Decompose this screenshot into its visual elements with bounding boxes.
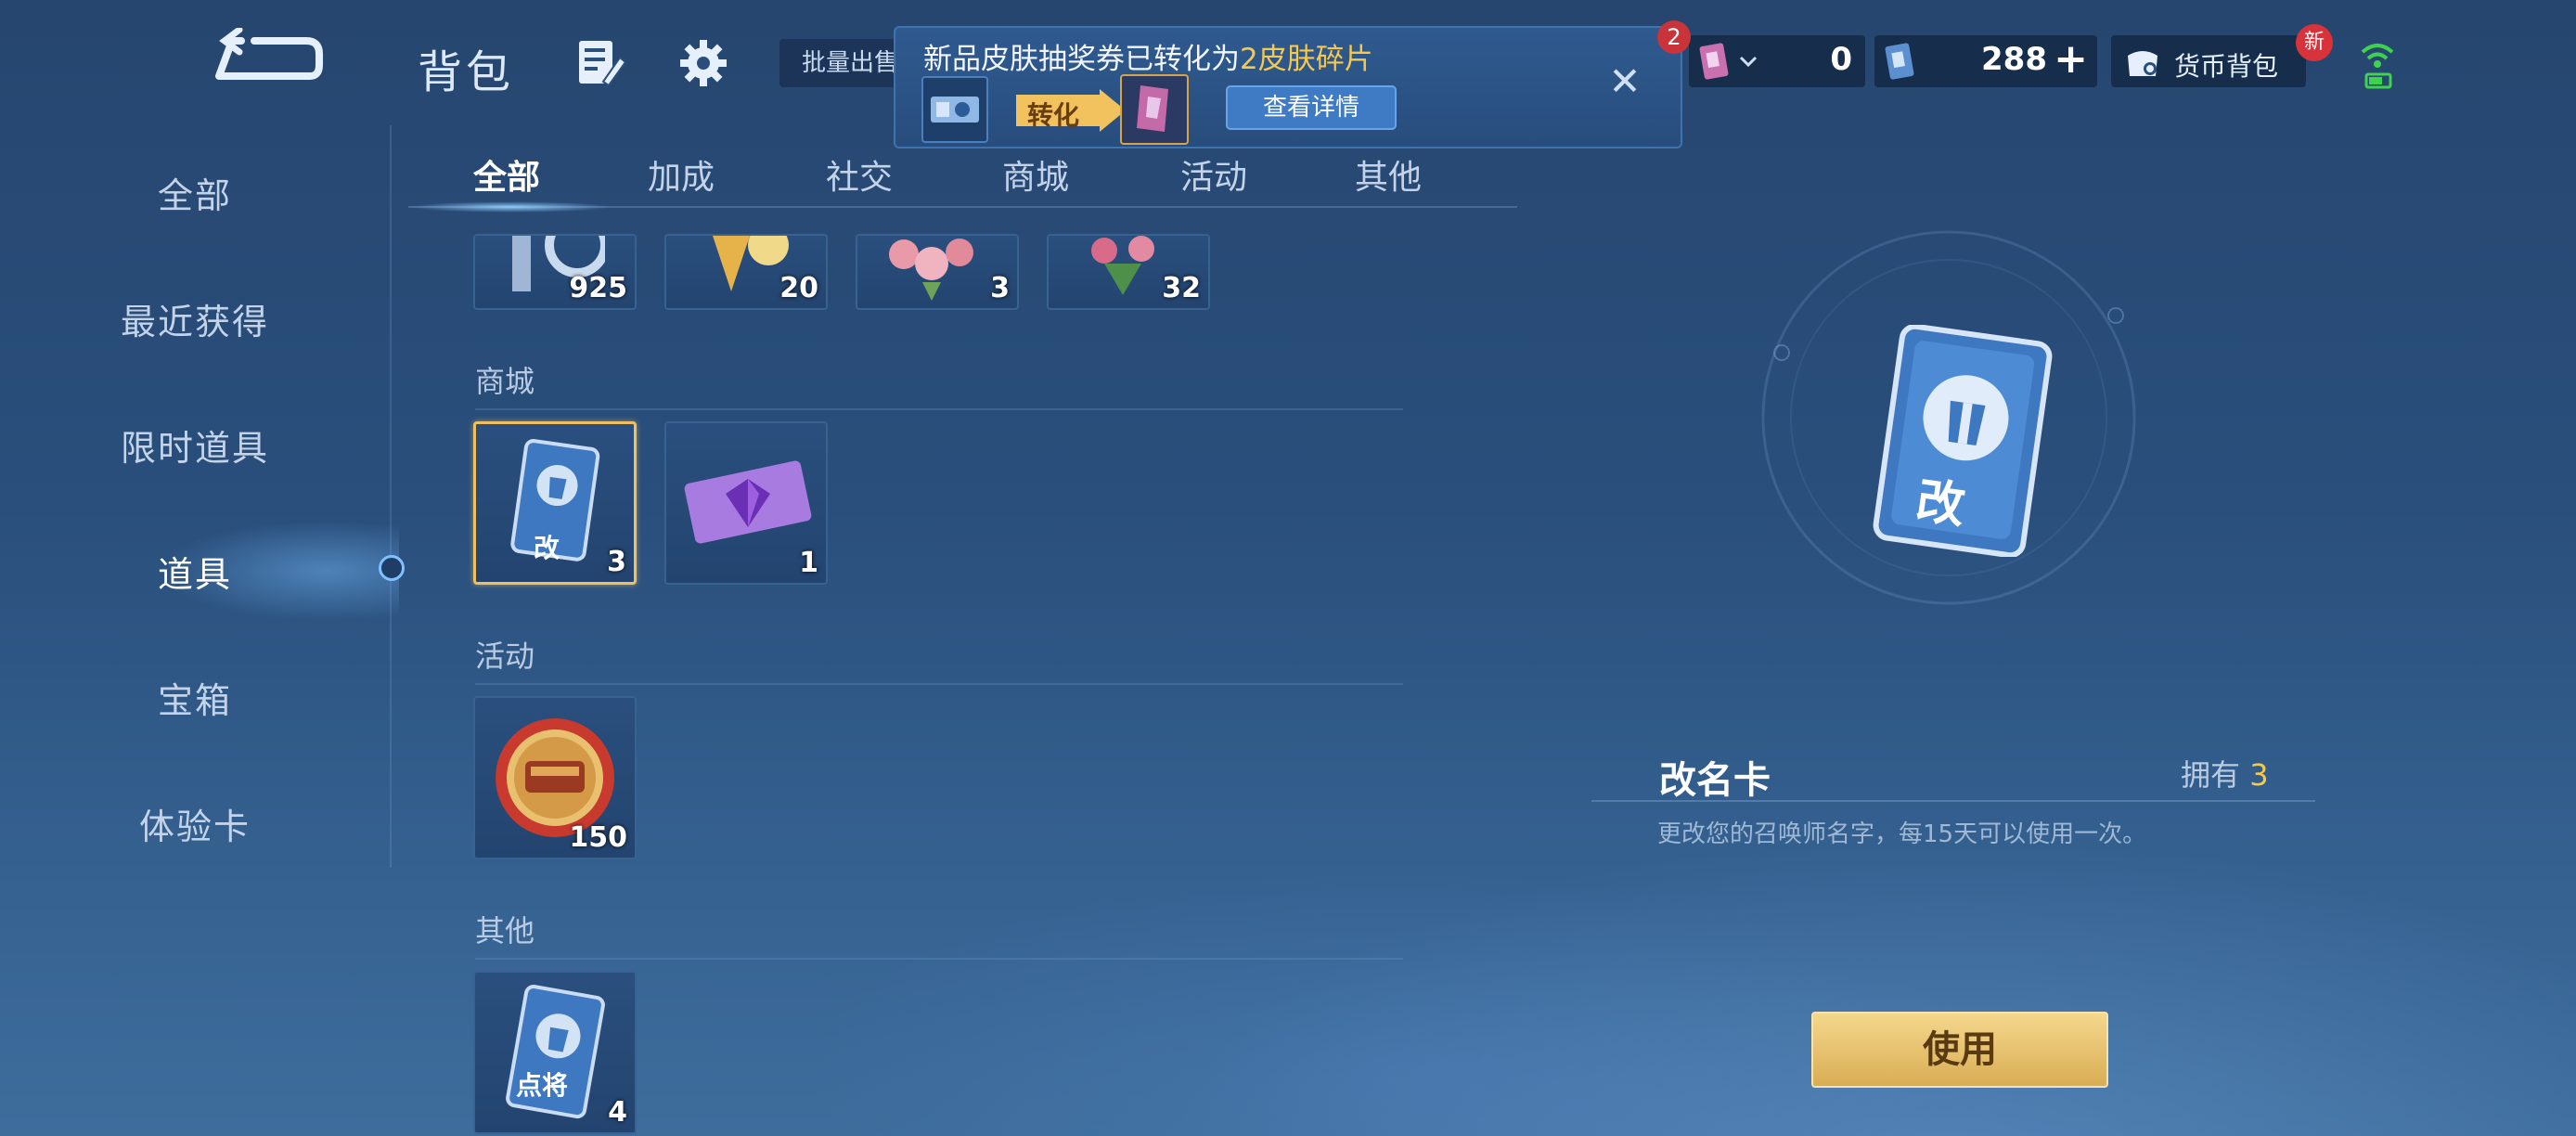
hero-card-text: 点将 xyxy=(516,1070,569,1101)
item-slot-rename-card[interactable]: 改 3 xyxy=(473,421,637,585)
chevron-down-icon[interactable] xyxy=(1739,56,1758,69)
notification-count-badge: 2 xyxy=(1657,20,1691,54)
flower-item-icon xyxy=(889,239,973,301)
nav-divider xyxy=(390,125,392,868)
currency-coupon[interactable]: 288 + xyxy=(1874,35,2097,87)
back-icon[interactable] xyxy=(213,28,325,93)
item-slot[interactable]: 32 xyxy=(1047,234,1210,310)
item-slot-ticket[interactable]: 1 xyxy=(664,421,828,585)
diamond-ticket-icon xyxy=(684,460,812,544)
tab-all[interactable]: 全部 xyxy=(473,150,540,199)
coupon-card-icon xyxy=(1885,43,1914,80)
close-icon[interactable]: ✕ xyxy=(1606,62,1643,101)
item-count: 925 xyxy=(569,272,627,304)
section-divider xyxy=(475,958,1403,960)
item-count: 1 xyxy=(799,547,818,579)
tab-active-indicator xyxy=(408,201,612,213)
section-label-other: 其他 xyxy=(475,913,535,949)
nav-item-limited[interactable]: 限时道具 xyxy=(0,420,390,471)
item-count: 20 xyxy=(779,272,818,304)
lottery-ticket-icon xyxy=(921,76,988,143)
nav-item-trial-card[interactable]: 体验卡 xyxy=(0,798,390,849)
nav-item-chest[interactable]: 宝箱 xyxy=(0,672,390,723)
item-count: 150 xyxy=(569,821,627,854)
use-button[interactable]: 使用 xyxy=(1811,1012,2108,1088)
nav-item-recent[interactable]: 最近获得 xyxy=(0,293,390,344)
detail-divider xyxy=(1591,800,2315,802)
item-slot-hero-card[interactable]: 点将 4 xyxy=(473,971,637,1134)
batch-sell-button[interactable]: 批量出售 xyxy=(779,39,900,87)
currency-value: 288 xyxy=(1981,41,2047,78)
section-label-shop: 商城 xyxy=(475,364,535,399)
item-count: 4 xyxy=(608,1096,627,1129)
add-currency-button[interactable]: + xyxy=(2054,35,2088,83)
item-slot[interactable]: 20 xyxy=(664,234,828,310)
hero-card-icon xyxy=(506,985,605,1119)
rename-card-text: 改 xyxy=(534,533,560,563)
tab-social[interactable]: 社交 xyxy=(826,150,893,199)
tab-boost[interactable]: 加成 xyxy=(648,150,715,199)
rename-card-large-icon xyxy=(1873,325,2053,557)
section-divider xyxy=(475,683,1403,685)
wifi-icon xyxy=(2361,44,2394,89)
new-badge: 新 xyxy=(2296,24,2333,61)
skin-shard-icon xyxy=(1120,74,1189,145)
item-count: 3 xyxy=(607,546,626,578)
item-slot-event-token[interactable]: 150 xyxy=(473,696,637,859)
currency-skin-card[interactable]: 0 xyxy=(1689,35,1865,87)
item-count: 32 xyxy=(1162,272,1201,304)
currency-wallet-button[interactable]: 货币背包 xyxy=(2111,35,2306,87)
detail-item-name: 改名卡 xyxy=(1659,759,1771,802)
gear-icon[interactable] xyxy=(677,37,729,89)
detail-owned-count: 拥有 3 xyxy=(2181,757,2269,793)
item-slot[interactable]: 3 xyxy=(856,234,1019,310)
detail-description: 更改您的召唤师名字，每15天可以使用一次。 xyxy=(1657,820,2147,848)
skin-card-icon xyxy=(1699,43,1729,80)
item-count: 3 xyxy=(990,272,1010,304)
currency-value: 0 xyxy=(1830,41,1852,78)
rename-card-large-text: 改 xyxy=(1913,472,1969,536)
tab-other[interactable]: 其他 xyxy=(1355,150,1422,199)
convert-label: 转化 xyxy=(1027,100,1080,131)
edit-icon[interactable] xyxy=(575,37,627,89)
item-slot[interactable]: 925 xyxy=(473,234,637,310)
notification-title: 新品皮肤抽奖券已转化为2皮肤碎片 xyxy=(923,43,1373,76)
tab-shop[interactable]: 商城 xyxy=(1002,150,1069,199)
view-details-button[interactable]: 查看详情 xyxy=(1226,85,1397,130)
page-title: 背包 xyxy=(418,46,515,98)
conversion-notification: 新品皮肤抽奖券已转化为2皮肤碎片 转化 查看详情 ✕ xyxy=(894,26,1682,148)
tab-event[interactable]: 活动 xyxy=(1180,150,1247,199)
nav-item-all[interactable]: 全部 xyxy=(0,167,390,218)
section-divider xyxy=(475,408,1403,410)
wallet-icon xyxy=(2128,51,2157,76)
nav-item-props[interactable]: 道具 xyxy=(0,546,390,597)
section-label-event: 活动 xyxy=(475,639,535,674)
wallet-label: 货币背包 xyxy=(2174,51,2279,82)
